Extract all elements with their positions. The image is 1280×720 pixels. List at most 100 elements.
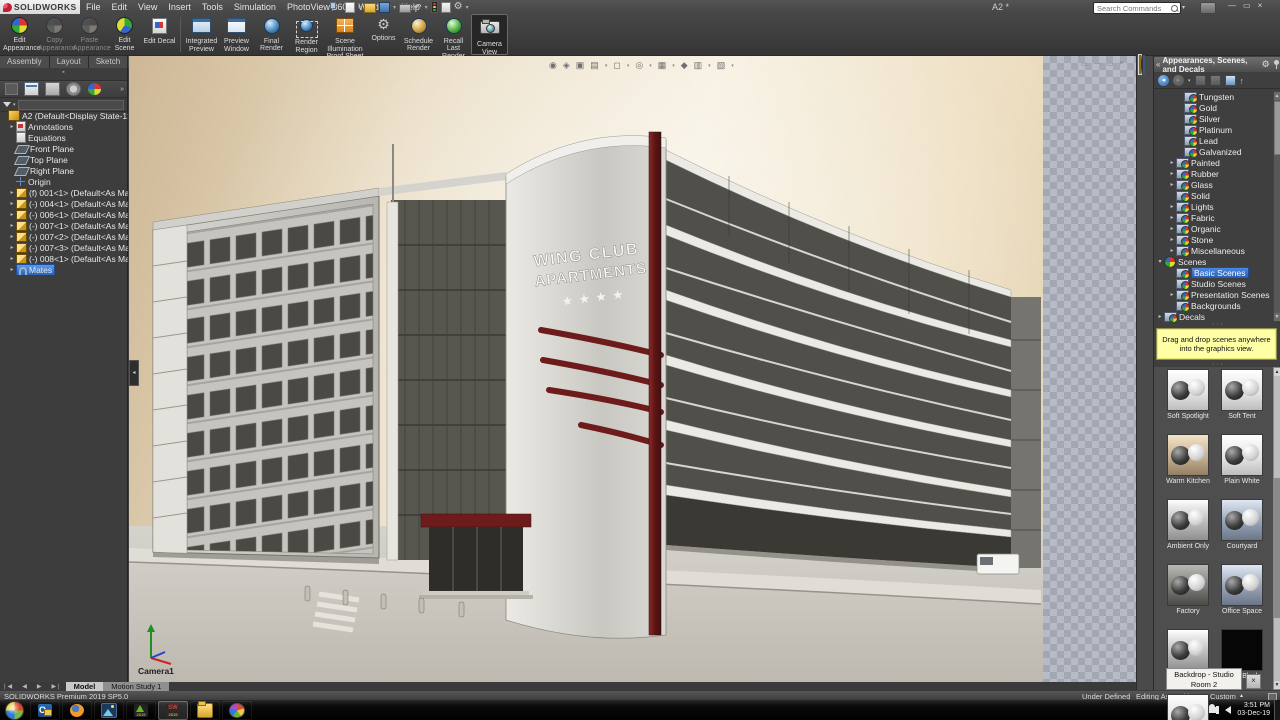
scene-office-space[interactable]: Office Space: [1216, 564, 1268, 616]
zoom-area-icon[interactable]: ◈: [563, 60, 570, 71]
expand-icon[interactable]: ▸: [1168, 181, 1176, 188]
taskbar-clock[interactable]: 3:51 PM 03-Dec-19: [1237, 702, 1270, 719]
filter-caret-icon[interactable]: ▾: [13, 102, 16, 108]
new-caret-icon[interactable]: ▾: [358, 4, 361, 11]
tab-overflow-chevron-icon[interactable]: »: [120, 86, 124, 93]
tree-item-rubber[interactable]: ▸Rubber: [1154, 168, 1273, 179]
expand-icon[interactable]: ▸: [8, 200, 16, 207]
caret-icon[interactable]: ▾: [627, 63, 630, 69]
edit-scene-button[interactable]: Edit Scene: [107, 14, 142, 55]
caret-icon[interactable]: ▾: [708, 63, 711, 69]
tab-nav-prev-icon[interactable]: ◀: [18, 683, 33, 690]
tree-item-silver[interactable]: Silver: [1154, 113, 1273, 124]
custom-caret-icon[interactable]: ▴: [1240, 692, 1243, 699]
scroll-down-icon[interactable]: ▼: [1274, 681, 1280, 689]
tree-item-mates[interactable]: ▸ Mates: [0, 264, 128, 275]
caret-icon[interactable]: ▾: [649, 63, 652, 69]
scroll-up-icon[interactable]: ▲: [1274, 92, 1280, 100]
scene-preview-image[interactable]: [1167, 499, 1209, 541]
scene-preview-image[interactable]: [1221, 564, 1263, 606]
edit-appearance-button[interactable]: Edit Appearance: [2, 14, 37, 55]
menu-view[interactable]: View: [138, 2, 157, 12]
tree-item-component-001[interactable]: ▸ (f) 001<1> (Default<As Machined: [0, 187, 128, 198]
file-properties-icon[interactable]: [441, 2, 451, 13]
preview-restore-icon[interactable]: ▭: [1081, 60, 1088, 68]
menu-edit[interactable]: Edit: [112, 2, 128, 12]
expand-icon[interactable]: ▸: [1168, 236, 1176, 243]
menu-pin-icon[interactable]: [328, 2, 336, 11]
save-caret-icon[interactable]: ▾: [393, 4, 396, 11]
tree-item-lights[interactable]: ▸Lights: [1154, 201, 1273, 212]
menu-tools[interactable]: Tools: [202, 2, 223, 12]
preview-minimize-icon[interactable]: —: [1094, 60, 1101, 68]
tree-filter-input[interactable]: [18, 100, 124, 110]
preview-maximize-icon[interactable]: ▭: [1107, 60, 1114, 68]
expand-icon[interactable]: ▸: [1168, 291, 1176, 298]
history-caret-icon[interactable]: ▾: [1188, 78, 1191, 84]
expand-icon[interactable]: ▸: [1168, 214, 1176, 221]
tree-item-component-008[interactable]: ▸ (-) 008<1> (Default<As Machined: [0, 253, 128, 264]
scroll-down-icon[interactable]: ▼: [1274, 313, 1280, 321]
tree-scrollbar[interactable]: ▲ ▼: [1273, 91, 1280, 322]
search-commands-box[interactable]: Search Commands: [1093, 2, 1181, 14]
tooltip-close-icon[interactable]: ×: [1246, 674, 1261, 689]
tab-model[interactable]: Model: [66, 682, 104, 691]
undo-icon[interactable]: ↶: [414, 2, 422, 12]
scene-preview-image[interactable]: [1167, 564, 1209, 606]
expand-icon[interactable]: ▸: [1156, 313, 1164, 320]
tree-item-stone[interactable]: ▸Stone: [1154, 234, 1273, 245]
preview-close-icon[interactable]: ×: [1119, 60, 1123, 68]
featuremanager-tree-tab-icon[interactable]: [5, 83, 18, 95]
taskbar-paint-icon[interactable]: [222, 701, 252, 720]
scene-preview-image[interactable]: [1167, 434, 1209, 476]
previous-view-icon[interactable]: ▣: [576, 60, 585, 71]
expand-icon[interactable]: ▸: [1168, 247, 1176, 254]
tab-motion-study-1[interactable]: Motion Study 1: [103, 682, 169, 691]
tree-item-component-007-3[interactable]: ▸ (-) 007<3> (Default<As Machined: [0, 242, 128, 253]
close-button[interactable]: ×: [1258, 1, 1263, 10]
custom-properties-tab-icon[interactable]: [1143, 55, 1145, 74]
zoom-fit-icon[interactable]: ◉: [549, 60, 557, 71]
scene-preview-image[interactable]: [1221, 369, 1263, 411]
scene-soft-tent[interactable]: Soft Tent: [1216, 369, 1268, 421]
edit-decal-button[interactable]: Edit Decal: [142, 14, 177, 55]
add-to-library-icon[interactable]: [1225, 75, 1236, 86]
expand-icon[interactable]: ▸: [8, 255, 16, 262]
pane-splitter[interactable]: · · ·: [1154, 322, 1280, 327]
caret-icon[interactable]: ▾: [672, 63, 675, 69]
minimize-button[interactable]: —: [1228, 1, 1236, 10]
tree-item-glass[interactable]: ▸Glass: [1154, 179, 1273, 190]
menu-insert[interactable]: Insert: [168, 2, 191, 12]
scrollbar-thumb[interactable]: [1274, 478, 1280, 618]
taskbar-explorer-icon[interactable]: [190, 701, 220, 720]
volume-icon[interactable]: [1225, 706, 1231, 714]
expand-icon[interactable]: ▸: [8, 266, 16, 273]
expand-icon[interactable]: ▸: [1168, 225, 1176, 232]
options-gear-icon[interactable]: ⚙: [454, 2, 463, 12]
tree-item-right-plane[interactable]: Right Plane: [0, 165, 128, 176]
scene-illumination-proof-sheet-button[interactable]: Scene Illumination Proof Sheet: [324, 14, 366, 55]
taskbar-outlook-icon[interactable]: [30, 701, 60, 720]
hide-show-items-icon[interactable]: ▦: [658, 60, 667, 71]
caret-icon[interactable]: ▾: [605, 63, 608, 69]
print-icon[interactable]: [399, 4, 411, 13]
tab-sketch[interactable]: Sketch: [89, 56, 128, 68]
tab-nav-last-icon[interactable]: ▶|: [47, 683, 65, 690]
configurationmanager-tab-icon[interactable]: [45, 82, 60, 96]
tree-item-solid[interactable]: Solid: [1154, 190, 1273, 201]
tree-item-equations[interactable]: Equations: [0, 132, 128, 143]
panel-grab-handle[interactable]: ▪: [0, 68, 127, 81]
tree-item-miscellaneous[interactable]: ▸Miscellaneous: [1154, 245, 1273, 256]
taskbar-solidworks-icon[interactable]: [158, 701, 188, 720]
expand-icon[interactable]: ▸: [8, 123, 16, 130]
tab-assembly[interactable]: Assembly: [0, 56, 50, 68]
thumbnail-scrollbar[interactable]: ▲ ▼: [1273, 367, 1280, 690]
save-icon[interactable]: [379, 2, 390, 13]
tree-item-presentation-scenes[interactable]: ▸Presentation Scenes: [1154, 289, 1273, 300]
tab-layout[interactable]: Layout: [50, 56, 89, 68]
tree-item-component-006[interactable]: ▸ (-) 006<1> (Default<As Machined: [0, 209, 128, 220]
tree-item-platinum[interactable]: Platinum: [1154, 124, 1273, 135]
displaymanager-tab-icon[interactable]: [87, 82, 102, 96]
recall-last-render-button[interactable]: Recall Last Render: [436, 14, 471, 55]
expand-icon[interactable]: ▸: [1168, 203, 1176, 210]
